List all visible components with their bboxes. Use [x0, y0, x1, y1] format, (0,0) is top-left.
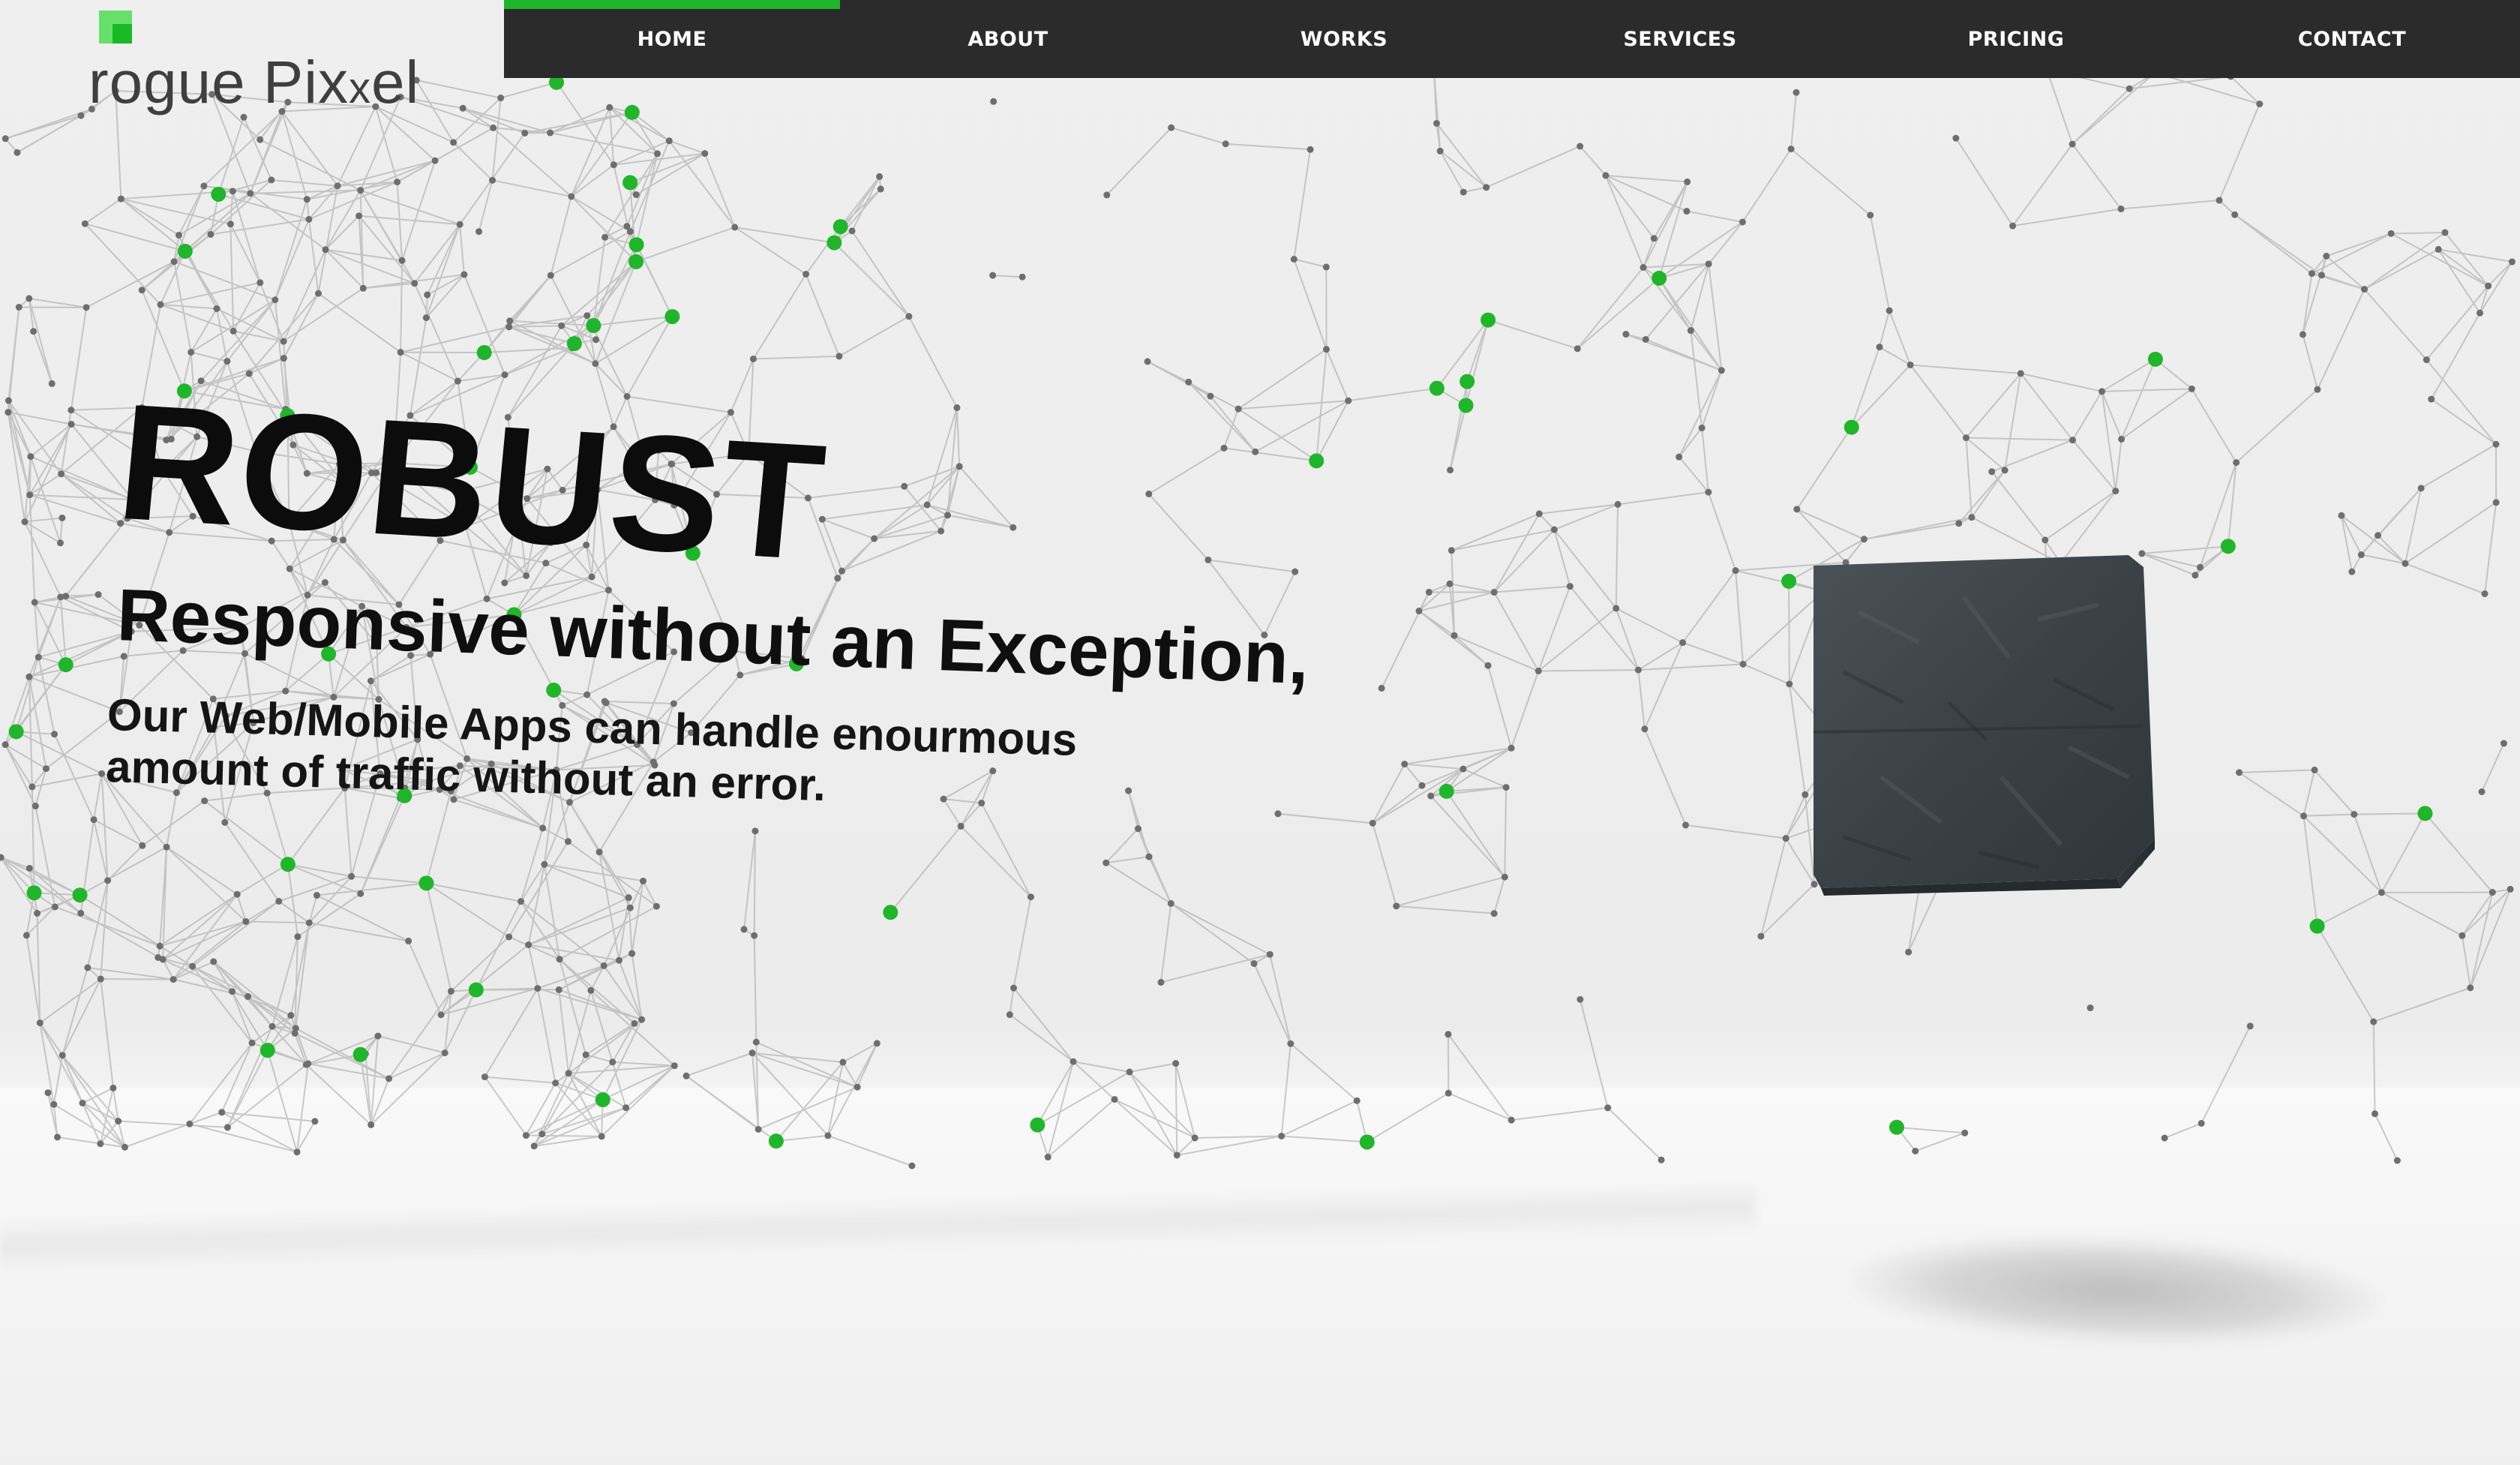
nav-item-services[interactable]: SERVICES [1512, 0, 1848, 78]
nav-item-about[interactable]: ABOUT [840, 0, 1176, 78]
logo-mark-icon [99, 11, 132, 44]
brand-name: rogue Pixxel [88, 49, 420, 116]
main-nav: HOME ABOUT WORKS SERVICES PRICING CONTAC… [504, 0, 2520, 78]
nav-item-home[interactable]: HOME [504, 0, 840, 78]
stone-cube [1814, 555, 2155, 896]
nav-item-pricing[interactable]: PRICING [1848, 0, 2184, 78]
nav-item-works[interactable]: WORKS [1176, 0, 1512, 78]
hero-title: ROBUST [111, 369, 833, 595]
brand-logo[interactable]: rogue Pixxel [88, 11, 508, 123]
nav-item-contact[interactable]: CONTACT [2184, 0, 2520, 78]
